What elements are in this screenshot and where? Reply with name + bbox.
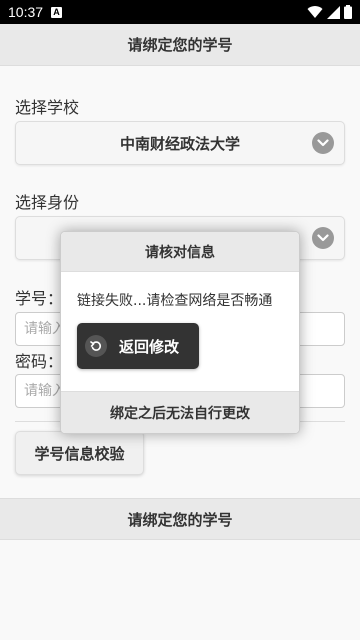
chevron-down-icon: [312, 132, 334, 154]
password-label: 密码：: [15, 352, 64, 371]
school-label: 选择学校: [15, 98, 80, 117]
battery-icon: [344, 5, 352, 19]
dialog-footer-text: 绑定之后无法自行更改: [110, 405, 250, 422]
status-time: 10:37: [8, 4, 44, 20]
status-icons: [307, 5, 352, 19]
back-to-edit-button[interactable]: 返回修改: [77, 323, 199, 369]
page-title: 请绑定您的学号: [127, 36, 233, 54]
school-selected-value: 中南财经政法大学: [119, 134, 240, 153]
undo-icon: [85, 335, 107, 357]
back-button-label: 返回修改: [119, 337, 180, 356]
notification-badge-icon: A: [51, 6, 63, 18]
verify-student-id-button[interactable]: 学号信息校验: [15, 431, 144, 475]
chevron-down-icon: [312, 227, 334, 249]
dialog-header: 请核对信息: [61, 232, 299, 272]
verify-button-label: 学号信息校验: [34, 444, 125, 463]
school-select[interactable]: 中南财经政法大学: [15, 121, 345, 165]
footer-text: 请绑定您的学号: [127, 510, 233, 529]
status-bar: 10:37 A: [0, 0, 360, 24]
student-id-label: 学号：: [15, 289, 64, 308]
page-header: 请绑定您的学号: [0, 24, 360, 66]
dialog-footer: 绑定之后无法自行更改: [61, 391, 299, 433]
dialog-message: 链接失败...请检查网络是否畅通: [77, 293, 273, 309]
dialog-title: 请核对信息: [145, 244, 215, 261]
wifi-icon: [307, 5, 323, 18]
page-footer: 请绑定您的学号: [0, 498, 360, 540]
signal-icon: [327, 5, 340, 19]
identity-label: 选择身份: [15, 193, 80, 212]
confirm-info-dialog: 请核对信息 链接失败...请检查网络是否畅通 返回修改 绑定之后无法自行更改: [60, 231, 300, 434]
